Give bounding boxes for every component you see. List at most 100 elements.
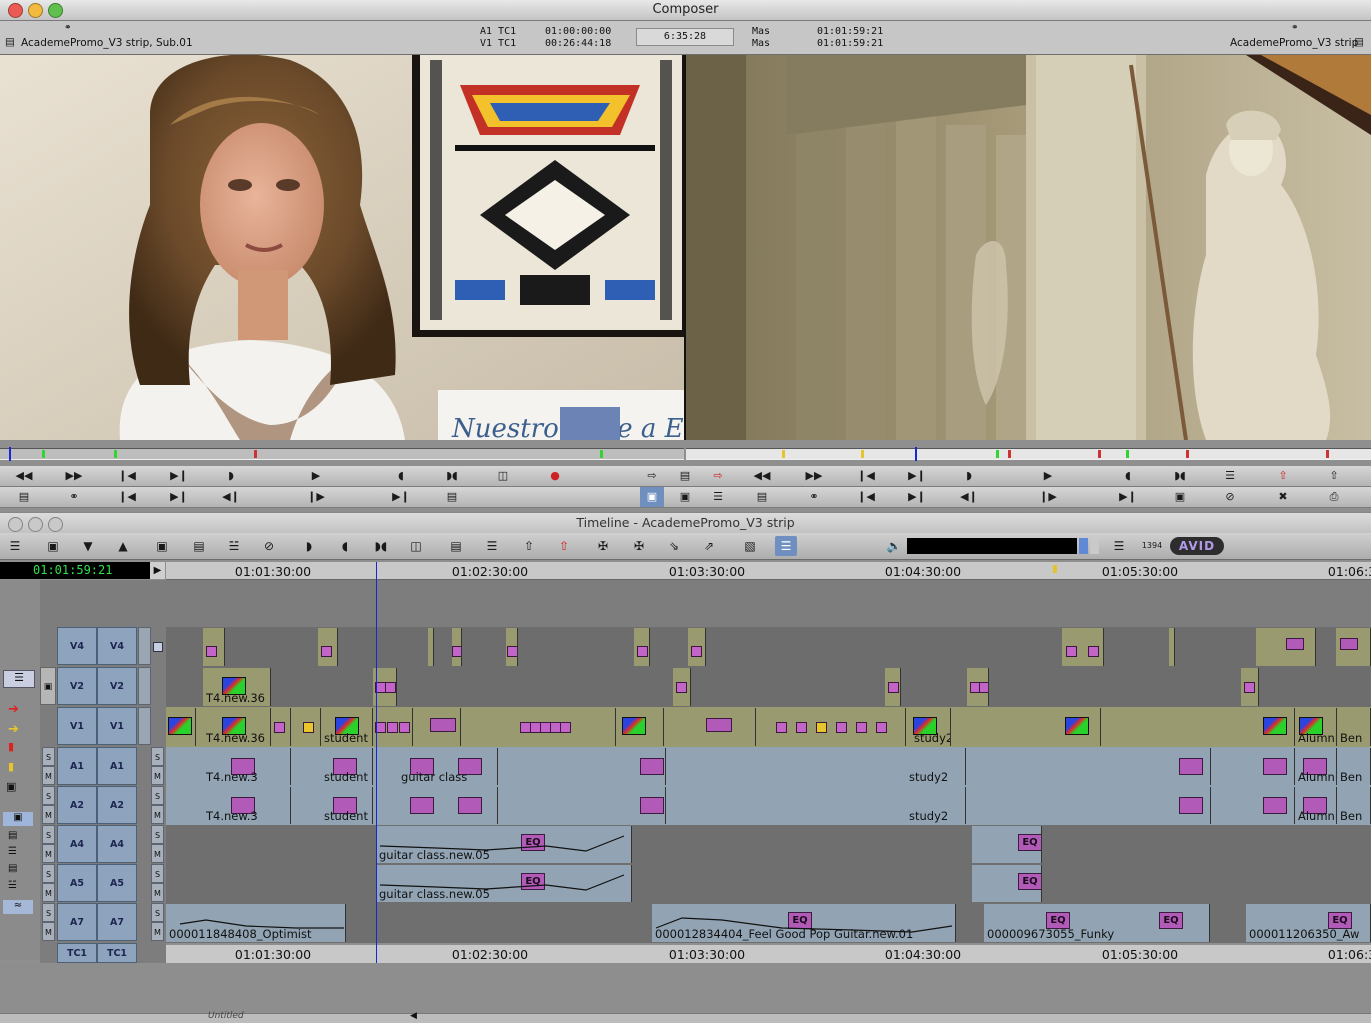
- overwrite-button[interactable]: ⇨: [706, 466, 730, 486]
- timecode-menu-arrow[interactable]: ▶: [150, 562, 165, 579]
- record-track-a5[interactable]: A5: [97, 864, 137, 902]
- eq-effect-icon[interactable]: EQ: [1018, 834, 1041, 851]
- match-frame-icon[interactable]: ▣: [151, 536, 173, 556]
- scroll-left-icon[interactable]: ◀: [410, 1011, 417, 1021]
- eq-effect-icon[interactable]: EQ: [1159, 912, 1183, 929]
- a1-rec-mute-button[interactable]: M: [151, 766, 164, 785]
- rec-step-back-button[interactable]: ❙◀: [854, 466, 878, 486]
- clear-marks-icon[interactable]: ◫: [405, 536, 427, 556]
- timeline-tracks[interactable]: T4.new.36 T4.new.36 student study2 Alumn…: [166, 627, 1371, 943]
- source-position-bar[interactable]: [0, 443, 684, 463]
- yellow-arrow-icon[interactable]: ➔: [8, 722, 19, 737]
- yellow-segment-icon[interactable]: ⇗: [698, 536, 720, 556]
- timeline-clip[interactable]: [1062, 628, 1104, 666]
- go-to-in-button[interactable]: ❙◀: [115, 487, 139, 507]
- rec-extract-button[interactable]: ⇧: [1322, 466, 1346, 486]
- mark-in-icon[interactable]: ◖: [334, 536, 356, 556]
- source-record-icon[interactable]: ▤: [188, 536, 210, 556]
- timeline-ruler-top[interactable]: 01:01:30:00 01:02:30:00 01:03:30:00 01:0…: [166, 562, 1371, 580]
- timeline-clip[interactable]: T4.new.36: [203, 668, 271, 706]
- effects-icon[interactable]: ▤: [8, 863, 17, 874]
- rec-menu-button[interactable]: ▤: [750, 487, 774, 507]
- timeline-clip[interactable]: [1061, 708, 1101, 746]
- timeline-clip[interactable]: study2: [906, 748, 966, 785]
- splice-in-button[interactable]: ⇨: [640, 466, 664, 486]
- timeline-clip[interactable]: Alumni: [1295, 787, 1337, 824]
- minimize-window-button[interactable]: [28, 3, 43, 18]
- source-position-indicator[interactable]: [9, 447, 11, 461]
- a7-rec-mute-button[interactable]: M: [151, 922, 164, 941]
- source-menu-icon[interactable]: ▤: [5, 36, 15, 48]
- timeline-clip[interactable]: [203, 628, 225, 666]
- ratio-icon[interactable]: 1394: [1141, 536, 1163, 556]
- a1-mute-button[interactable]: M: [42, 766, 55, 785]
- record-track-tc1[interactable]: TC1: [97, 943, 137, 963]
- timeline-clip[interactable]: [398, 787, 498, 824]
- rec-next-edit-button[interactable]: ❙▶: [1036, 487, 1060, 507]
- rec-mark-clip-button[interactable]: ◗◖: [1168, 466, 1192, 486]
- record-monitor[interactable]: [686, 55, 1371, 440]
- timeline-clip[interactable]: [166, 708, 196, 746]
- record-track-v2[interactable]: V2: [97, 667, 137, 705]
- a5-rec-mute-button[interactable]: M: [151, 883, 164, 902]
- timeline-clip[interactable]: [1336, 628, 1371, 666]
- timeline-clip[interactable]: study2: [906, 787, 966, 824]
- timeline-clip[interactable]: Ben: [1337, 748, 1371, 785]
- timeline-clip[interactable]: [291, 708, 321, 746]
- timeline-clip[interactable]: [636, 748, 666, 785]
- top-button[interactable]: ▶❙: [389, 487, 413, 507]
- eq-effect-icon[interactable]: EQ: [1018, 873, 1041, 890]
- timeline-clip[interactable]: [1259, 748, 1295, 785]
- timeline-clip[interactable]: [616, 708, 664, 746]
- v1-lock[interactable]: [138, 707, 151, 745]
- timeline-clip[interactable]: [1259, 787, 1295, 824]
- timeline-clip[interactable]: [426, 708, 461, 746]
- a2-rec-mute-button[interactable]: M: [151, 805, 164, 824]
- source-track-a7[interactable]: A7: [57, 903, 97, 941]
- timeline-clip[interactable]: 000011848408_Optimist: [166, 904, 346, 942]
- a2-mute-button[interactable]: M: [42, 805, 55, 824]
- record-position-bar[interactable]: [686, 443, 1371, 463]
- rec-link-button[interactable]: ⚭: [802, 487, 826, 507]
- record-track-a7[interactable]: A7: [97, 903, 137, 941]
- sync-button[interactable]: ▣: [673, 487, 697, 507]
- timeline-clip[interactable]: [318, 628, 338, 666]
- timeline-clip[interactable]: student: [321, 708, 373, 746]
- a4-rec-solo-button[interactable]: S: [151, 825, 164, 844]
- clip-view-icon[interactable]: ▤: [8, 830, 17, 841]
- next-edit-button[interactable]: ❙▶: [304, 487, 328, 507]
- source-menu-button[interactable]: ▤: [12, 487, 36, 507]
- timeline-clip[interactable]: Alumni: [1295, 708, 1337, 746]
- record-track-v1[interactable]: V1: [97, 707, 137, 745]
- a7-mute-button[interactable]: M: [42, 922, 55, 941]
- extract-arrow-icon[interactable]: ⇧: [553, 536, 575, 556]
- a7-rec-solo-button[interactable]: S: [151, 903, 164, 922]
- rec-match-button[interactable]: ☰: [1218, 466, 1242, 486]
- extract-icon[interactable]: ☰: [481, 536, 503, 556]
- settings-button[interactable]: ☰: [706, 487, 730, 507]
- lift-arrow-icon[interactable]: ⇧: [518, 536, 540, 556]
- source-track-v2[interactable]: V2: [57, 667, 97, 705]
- clear-marks-button[interactable]: ◫: [491, 466, 515, 486]
- segment-mode-icon[interactable]: ✠: [592, 536, 614, 556]
- rec-go-to-out-button[interactable]: ▶❙: [905, 487, 929, 507]
- rec-fast-forward-button[interactable]: ▶▶: [802, 466, 826, 486]
- link-icon[interactable]: ⚭: [64, 23, 72, 33]
- dropdown-icon[interactable]: ▼: [77, 536, 99, 556]
- top-bottom-icon[interactable]: ▧: [739, 536, 761, 556]
- prev-edit-button[interactable]: ◀❙: [219, 487, 243, 507]
- a4-mute-button[interactable]: M: [42, 844, 55, 863]
- audio-settings-icon[interactable]: ☰: [8, 846, 17, 857]
- fast-forward-button[interactable]: ▶▶: [62, 466, 86, 486]
- rec-lift-button[interactable]: ⇧: [1271, 466, 1295, 486]
- render-icon[interactable]: ☱: [223, 536, 245, 556]
- timeline-clip[interactable]: [1169, 628, 1175, 666]
- timeline-clip[interactable]: EQ guitar class.new.05: [376, 865, 632, 902]
- rec-prev-edit-button[interactable]: ◀❙: [957, 487, 981, 507]
- source-track-a4[interactable]: A4: [57, 825, 97, 863]
- record-clip-name[interactable]: AcademePromo_V3 strip: [1230, 37, 1358, 49]
- source-track-a2[interactable]: A2: [57, 786, 97, 824]
- a5-mute-button[interactable]: M: [42, 883, 55, 902]
- trim-tool-icon[interactable]: ▣: [6, 780, 16, 793]
- rec-trim-button[interactable]: ✖: [1271, 487, 1295, 507]
